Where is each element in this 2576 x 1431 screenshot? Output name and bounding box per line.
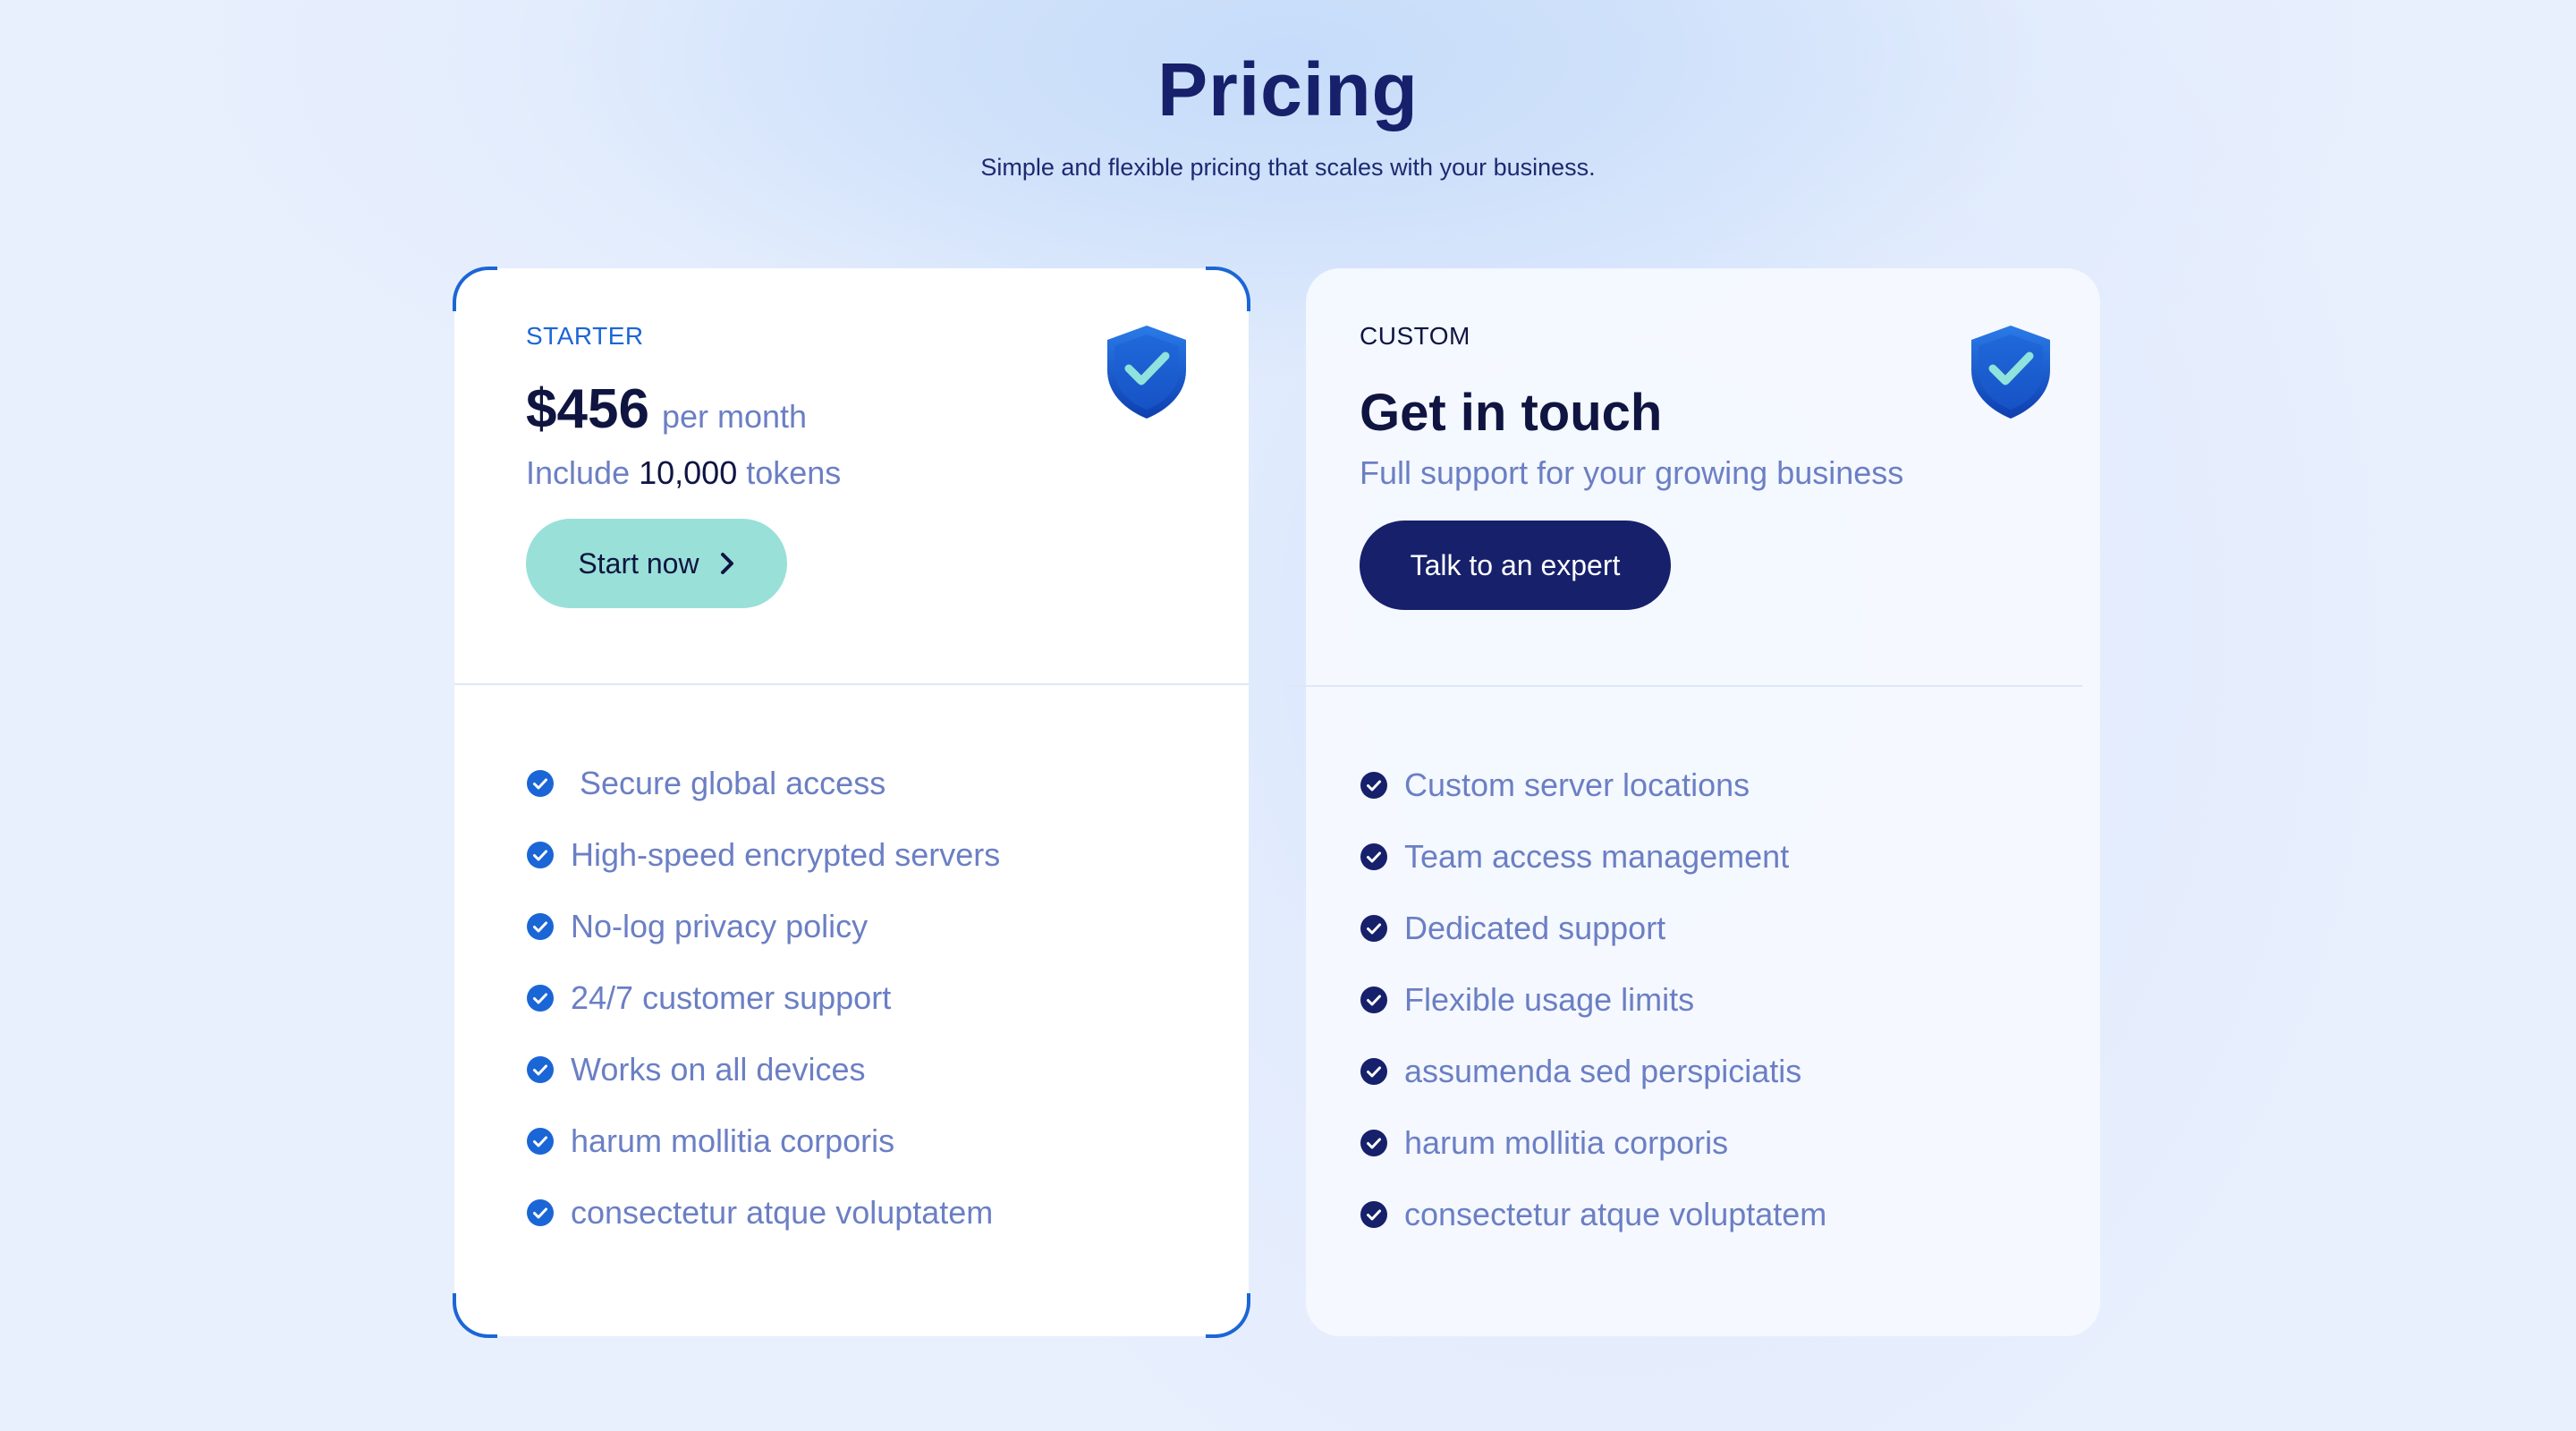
check-circle-icon <box>527 1199 554 1226</box>
selection-corner <box>453 267 497 311</box>
custom-plan-card: CUSTOM Get in touch Full support for you… <box>1288 268 2100 1336</box>
check-circle-icon <box>1360 1058 1387 1085</box>
feature-label: consectetur atque voluptatem <box>571 1194 994 1231</box>
price-amount: $456 <box>526 378 649 440</box>
shield-check-icon <box>1107 326 1186 419</box>
selection-corner <box>1206 267 1250 311</box>
start-now-label: Start now <box>578 546 699 580</box>
card-divider <box>1288 685 2082 687</box>
starter-plan-card: STARTER $456 per month Include 10,000 to… <box>453 267 1250 1338</box>
starter-feature-list: Secure global access High-speed encrypte… <box>526 748 1000 1249</box>
feature-label: Secure global access <box>580 765 886 801</box>
feature-label: Team access management <box>1404 838 1790 875</box>
feature-item: Works on all devices <box>526 1034 1000 1105</box>
feature-label: Dedicated support <box>1404 910 1666 946</box>
feature-item: consectetur atque voluptatem <box>526 1177 1000 1249</box>
plan-label: CUSTOM <box>1360 322 1470 350</box>
feature-label: Works on all devices <box>571 1051 866 1088</box>
selection-corner <box>453 1293 497 1338</box>
feature-item: Custom server locations <box>1360 749 1826 821</box>
check-circle-icon <box>527 985 554 1012</box>
check-circle-icon <box>527 770 554 797</box>
check-circle-icon <box>1360 772 1387 799</box>
feature-item: High-speed encrypted servers <box>526 819 1000 891</box>
feature-item: harum mollitia corporis <box>1360 1107 1826 1179</box>
feature-item: No-log privacy policy <box>526 891 1000 962</box>
feature-label: harum mollitia corporis <box>1404 1124 1729 1161</box>
feature-item: harum mollitia corporis <box>526 1105 1000 1177</box>
feature-item: Flexible usage limits <box>1360 964 1826 1036</box>
talk-to-expert-button[interactable]: Talk to an expert <box>1360 521 1671 610</box>
custom-feature-list: Custom server locations Team access mana… <box>1360 749 1826 1250</box>
card-divider <box>454 683 1249 685</box>
contact-title: Get in touch <box>1360 384 1663 442</box>
feature-label: Flexible usage limits <box>1404 981 1695 1018</box>
feature-item: Team access management <box>1360 821 1826 893</box>
check-circle-icon <box>527 842 554 868</box>
price-row: $456 per month <box>526 377 807 441</box>
feature-item: Secure global access <box>526 748 1000 819</box>
check-circle-icon <box>527 1128 554 1155</box>
check-circle-icon <box>1360 986 1387 1013</box>
feature-item: assumenda sed perspiciatis <box>1360 1036 1826 1107</box>
check-circle-icon <box>527 1056 554 1083</box>
feature-label: harum mollitia corporis <box>571 1122 895 1159</box>
tokens-prefix: Include <box>526 454 631 491</box>
tokens-suffix: tokens <box>746 454 842 491</box>
shield-check-icon <box>1971 326 2050 419</box>
feature-label: assumenda sed perspiciatis <box>1404 1053 1802 1089</box>
feature-label: Custom server locations <box>1404 766 1750 803</box>
selection-corner <box>1206 1293 1250 1338</box>
tokens-count: 10,000 <box>639 454 738 491</box>
feature-item: Dedicated support <box>1360 893 1826 964</box>
check-circle-icon <box>527 913 554 940</box>
feature-item: consectetur atque voluptatem <box>1360 1179 1826 1250</box>
price-period: per month <box>661 398 808 435</box>
feature-item: 24/7 customer support <box>526 962 1000 1034</box>
start-now-button[interactable]: Start now <box>526 519 787 608</box>
tokens-line: Include 10,000 tokens <box>526 454 841 492</box>
chevron-right-icon <box>720 553 733 574</box>
feature-label: High-speed encrypted servers <box>571 836 1001 873</box>
check-circle-icon <box>1360 1201 1387 1228</box>
check-circle-icon <box>1360 1130 1387 1156</box>
page-title: Pricing <box>1157 47 1419 131</box>
check-circle-icon <box>1360 915 1387 942</box>
check-circle-icon <box>1360 843 1387 870</box>
feature-label: 24/7 customer support <box>571 979 892 1016</box>
contact-description: Full support for your growing business <box>1360 454 1904 491</box>
page-subtitle: Simple and flexible pricing that scales … <box>980 154 1596 181</box>
feature-label: consectetur atque voluptatem <box>1404 1196 1827 1232</box>
feature-label: No-log privacy policy <box>571 908 869 944</box>
plan-label: STARTER <box>526 322 644 350</box>
